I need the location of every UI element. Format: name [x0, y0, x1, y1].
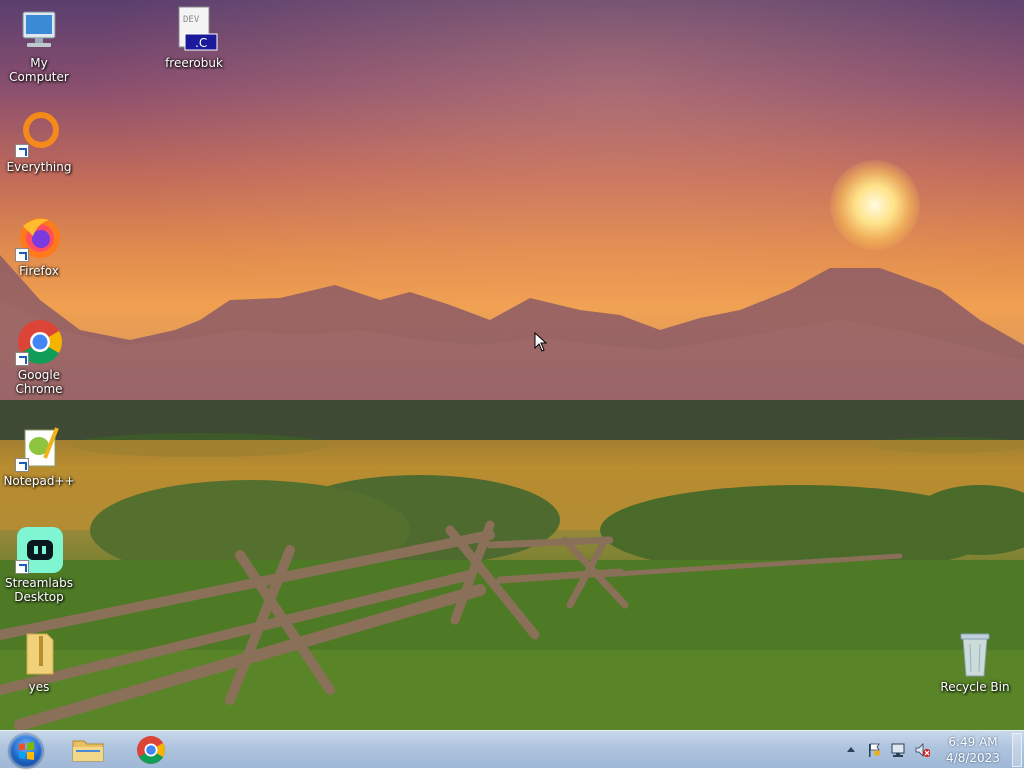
- chrome-icon: [137, 736, 165, 764]
- taskbar-file-explorer-button[interactable]: [62, 733, 114, 767]
- everything-icon: [15, 110, 63, 158]
- desktop-icon-label: Firefox: [19, 264, 59, 278]
- desktop-icon-recycle-bin[interactable]: Recycle Bin: [937, 630, 1013, 694]
- shortcut-arrow-icon: [15, 458, 29, 472]
- c-source-file-icon: DEV .C: [170, 6, 218, 54]
- landscape-illustration: [0, 255, 1024, 730]
- desktop-background[interactable]: My Computer DEV .C freerobuk Everything: [0, 0, 1024, 730]
- desktop-icon-label: freerobuk: [165, 56, 223, 70]
- volume-muted-icon[interactable]: [914, 742, 930, 758]
- desktop-icon-label: Everything: [6, 160, 72, 174]
- notepadpp-icon: [15, 424, 63, 472]
- clock-date: 4/8/2023: [946, 751, 1000, 765]
- mouse-pointer-icon: [534, 332, 548, 352]
- shortcut-arrow-icon: [15, 560, 29, 574]
- action-center-flag-icon[interactable]: [866, 742, 882, 758]
- firefox-icon: [15, 214, 63, 262]
- desktop-icon-label: Google Chrome: [15, 368, 63, 396]
- windows-start-icon: [9, 734, 43, 768]
- start-button[interactable]: [6, 733, 46, 768]
- recycle-bin-icon: [951, 630, 999, 678]
- shortcut-arrow-icon: [15, 144, 29, 158]
- network-icon[interactable]: [890, 742, 906, 758]
- streamlabs-icon: [15, 526, 63, 574]
- desktop-icon-google-chrome[interactable]: Google Chrome: [1, 318, 77, 396]
- computer-icon: [15, 6, 63, 54]
- desktop-icon-label: My Computer: [9, 56, 69, 84]
- desktop-icon-label: Recycle Bin: [940, 680, 1010, 694]
- desktop-icon-streamlabs[interactable]: Streamlabs Desktop: [1, 526, 77, 604]
- shortcut-arrow-icon: [15, 248, 29, 262]
- desktop-icon-my-computer[interactable]: My Computer: [1, 6, 77, 84]
- shortcut-arrow-icon: [15, 352, 29, 366]
- c-badge-text: .C: [195, 36, 207, 50]
- chrome-icon: [15, 318, 63, 366]
- show-desktop-button[interactable]: [1012, 733, 1022, 767]
- desktop-icon-label: Notepad++: [3, 474, 75, 488]
- dev-badge-text: DEV: [183, 15, 200, 25]
- desktop-icon-yes[interactable]: yes: [1, 630, 77, 694]
- desktop-icon-everything[interactable]: Everything: [1, 110, 77, 174]
- zip-folder-icon: [15, 630, 63, 678]
- taskbar-chrome-button[interactable]: [125, 733, 177, 767]
- desktop-icon-freerobuk[interactable]: DEV .C freerobuk: [156, 6, 232, 70]
- taskbar: 6:49 AM 4/8/2023: [0, 730, 1024, 768]
- desktop-icon-label: Streamlabs Desktop: [5, 576, 73, 604]
- clock-time: 6:49 AM: [948, 735, 998, 749]
- desktop-icon-notepadpp[interactable]: Notepad++: [1, 424, 77, 488]
- system-clock[interactable]: 6:49 AM 4/8/2023: [936, 734, 1010, 766]
- folder-icon: [72, 740, 104, 762]
- show-hidden-icons-arrow[interactable]: [845, 742, 861, 758]
- desktop-icon-label: yes: [28, 680, 50, 694]
- desktop-icon-firefox[interactable]: Firefox: [1, 214, 77, 278]
